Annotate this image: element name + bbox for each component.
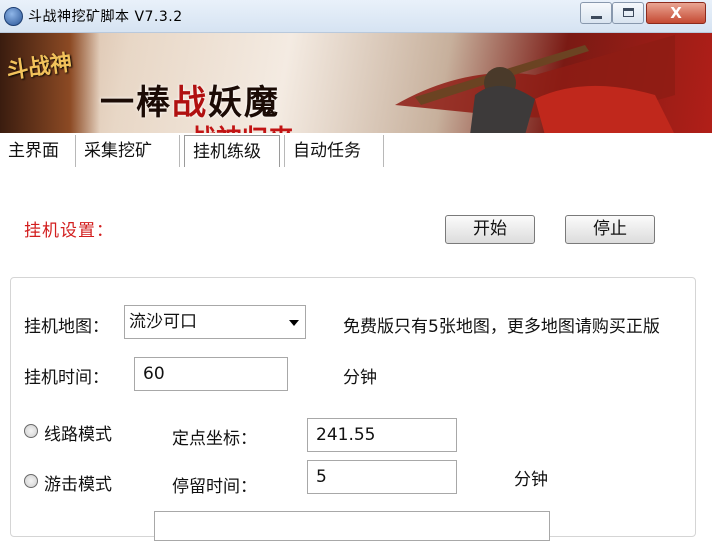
map-note: 免费版只有5张地图，更多地图请购买正版 (343, 317, 660, 337)
tab-idle-leveling[interactable]: 挂机练级 (184, 135, 280, 167)
tab-main[interactable]: 主界面 (0, 135, 76, 167)
time-input[interactable]: 60 (134, 357, 288, 391)
minimize-icon (591, 16, 602, 19)
close-button[interactable]: X (646, 2, 706, 24)
stay-time-input[interactable]: 5 (307, 460, 457, 494)
start-button[interactable]: 开始 (445, 215, 535, 244)
route-mode-radio[interactable] (24, 424, 38, 438)
tab-collect-mining[interactable]: 采集挖矿 (76, 135, 180, 167)
route-path-input[interactable] (154, 511, 550, 541)
time-unit: 分钟 (343, 368, 377, 388)
route-mode-label: 线路模式 (44, 425, 112, 445)
maximize-button[interactable] (612, 2, 644, 24)
game-banner: 斗战神 一棒战妖魔 战神归来 (0, 33, 712, 133)
warrior-illustration (395, 35, 675, 133)
tab-auto-quest[interactable]: 自动任务 (284, 135, 384, 167)
stay-time-label: 停留时间： (172, 477, 257, 497)
title-bar: 斗战神挖矿脚本 V7.3.2 X (0, 0, 712, 33)
roam-mode-radio[interactable] (24, 474, 38, 488)
close-icon: X (670, 4, 682, 22)
roam-mode-label: 游击模式 (44, 475, 112, 495)
section-title: 挂机设置： (24, 221, 114, 241)
banner-subtitle: 战神归来 (190, 119, 294, 133)
stop-button[interactable]: 停止 (565, 215, 655, 244)
time-label: 挂机时间： (24, 368, 109, 388)
app-icon (4, 7, 23, 26)
stay-time-unit: 分钟 (514, 470, 548, 490)
tab-bar: 主界面 采集挖矿 挂机练级 自动任务 (0, 133, 712, 169)
minimize-button[interactable] (580, 2, 612, 24)
banner-headline: 一棒战妖魔 (100, 83, 280, 123)
window-title: 斗战神挖矿脚本 V7.3.2 (28, 9, 183, 25)
map-select-value: 流沙可口 (129, 312, 197, 332)
fixed-point-input[interactable]: 241.55 (307, 418, 457, 452)
fixed-point-label: 定点坐标： (172, 429, 257, 449)
maximize-icon (623, 8, 634, 17)
map-select[interactable]: 流沙可口 (124, 305, 306, 339)
map-label: 挂机地图： (24, 317, 109, 337)
chevron-down-icon (289, 320, 299, 326)
